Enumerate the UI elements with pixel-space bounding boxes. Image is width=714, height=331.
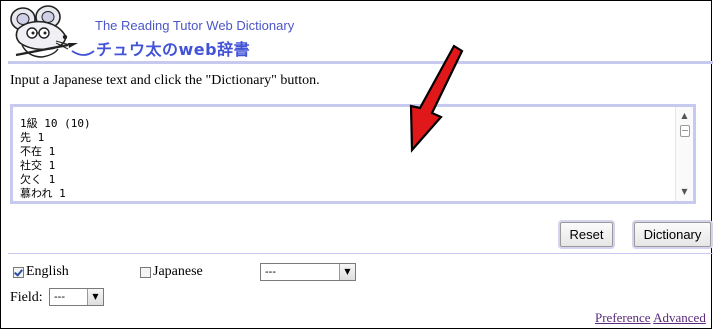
field-select-value: --- xyxy=(54,291,65,303)
japanese-label: Japanese xyxy=(153,264,203,279)
red-arrow-annotation xyxy=(409,44,464,153)
english-checkbox[interactable] xyxy=(13,267,24,278)
text-line: 慕われ 1 xyxy=(20,187,66,200)
preference-link[interactable]: Preference xyxy=(595,310,651,325)
footer-links: Preference Advanced xyxy=(595,310,706,326)
header-title-english: The Reading Tutor Web Dictionary xyxy=(95,18,295,33)
text-line: 1級 10 (10) xyxy=(20,117,91,130)
text-input-content: 1級 10 (10) 先 1 不在 1 社交 1 欠く 1 慕われ 1 xyxy=(20,117,91,201)
text-line: 欠く 1 xyxy=(20,173,56,186)
mouse-logo-icon xyxy=(10,5,95,58)
header-title-japanese: チュウ太のweb辞書 xyxy=(96,40,251,59)
instruction-text: Input a Japanese text and click the "Dic… xyxy=(10,73,320,88)
language-select[interactable]: --- ▼ xyxy=(260,263,356,281)
text-line: 社交 1 xyxy=(20,159,56,172)
english-label: English xyxy=(26,264,69,279)
text-line: 先 1 xyxy=(20,131,45,144)
field-label: Field: xyxy=(10,290,43,305)
field-select[interactable]: --- ▼ xyxy=(49,288,104,306)
reset-button[interactable]: Reset xyxy=(560,222,613,247)
scroll-thumb[interactable] xyxy=(680,125,690,137)
scroll-down-arrow-icon[interactable]: ▼ xyxy=(676,185,693,199)
scroll-up-arrow-icon[interactable]: ▲ xyxy=(676,109,693,123)
options-divider xyxy=(8,253,713,254)
textarea-scrollbar[interactable]: ▲ ▼ xyxy=(675,107,693,201)
japanese-text-input[interactable]: 1級 10 (10) 先 1 不在 1 社交 1 欠く 1 慕われ 1 ▲ ▼ xyxy=(10,104,696,204)
advanced-link[interactable]: Advanced xyxy=(653,310,706,325)
header-divider xyxy=(8,61,713,64)
header: The Reading Tutor Web Dictionary チュウ太のwe… xyxy=(8,5,698,61)
text-line: 不在 1 xyxy=(20,145,56,158)
chevron-down-icon[interactable]: ▼ xyxy=(87,289,103,305)
japanese-checkbox[interactable] xyxy=(140,267,151,278)
language-select-value: --- xyxy=(265,266,276,278)
chevron-down-icon[interactable]: ▼ xyxy=(339,264,355,280)
dictionary-button[interactable]: Dictionary xyxy=(634,222,711,247)
